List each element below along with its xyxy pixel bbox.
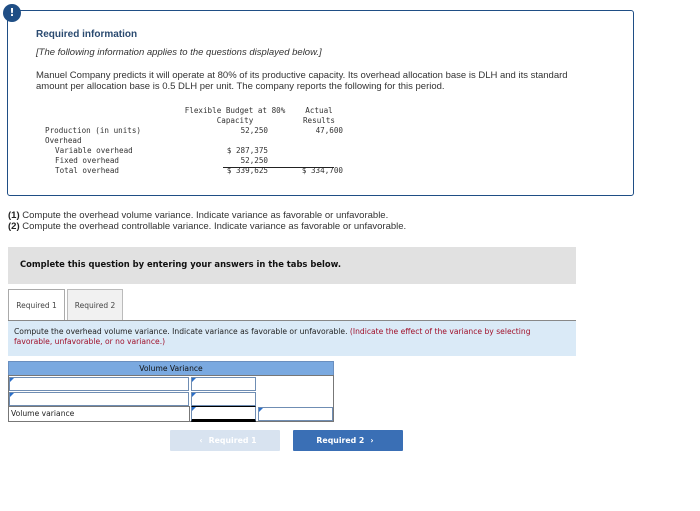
prev-label: Required 1	[208, 436, 257, 445]
total-underline	[223, 167, 334, 168]
col-header-actual: Actual Results	[301, 106, 337, 126]
next-required-2-button[interactable]: Required 2 ›	[293, 430, 403, 451]
question-1: (1) Compute the overhead volume variance…	[8, 210, 406, 221]
question-number: (1)	[8, 210, 20, 221]
instruction-main: Compute the overhead volume variance. In…	[14, 327, 350, 336]
row2-label-dropdown[interactable]	[9, 392, 189, 406]
alert-icon: !	[3, 4, 21, 22]
tab-required-1[interactable]: Required 1	[8, 289, 65, 321]
row1-amount-input[interactable]	[191, 377, 256, 391]
tab-required-2[interactable]: Required 2	[67, 289, 123, 320]
row-label: Fixed overhead	[55, 156, 120, 165]
banner-text: Complete this question by entering your …	[20, 259, 342, 269]
row-label: Overhead	[45, 136, 82, 145]
budget-value: $ 287,375	[226, 146, 268, 155]
prev-required-1-button[interactable]: ‹ Required 1	[170, 430, 280, 451]
actual-value: 47,600	[315, 126, 343, 135]
volume-variance-effect-dropdown[interactable]	[258, 407, 333, 421]
volume-variance-amount-input[interactable]	[191, 406, 256, 422]
col-header-line2: Results	[302, 116, 335, 125]
col-header-line2: Capacity	[216, 116, 254, 125]
col-header-line1: Actual	[305, 106, 333, 115]
chevron-left-icon: ‹	[199, 436, 203, 445]
volume-variance-label: Volume variance	[11, 409, 75, 418]
question-2: (2) Compute the overhead controllable va…	[8, 221, 406, 232]
row2-amount-input[interactable]	[191, 392, 256, 406]
question-text: Compute the overhead volume variance. In…	[19, 210, 389, 221]
tab-instruction: Compute the overhead volume variance. In…	[8, 320, 576, 356]
info-intro: [The following information applies to th…	[36, 47, 322, 58]
budget-value: 52,250	[240, 126, 268, 135]
col-header-flexible-budget: Flexible Budget at 80% Capacity	[181, 106, 289, 126]
row1-label-dropdown[interactable]	[9, 377, 189, 391]
chevron-right-icon: ›	[370, 436, 374, 445]
instruction-text: Compute the overhead volume variance. In…	[14, 327, 570, 347]
instruction-banner: Complete this question by entering your …	[8, 247, 576, 284]
question-number: (2)	[8, 221, 20, 232]
info-title: Required information	[36, 29, 138, 40]
budget-value: 52,250	[240, 156, 268, 165]
info-paragraph: Manuel Company predicts it will operate …	[36, 70, 568, 92]
row-label: Total overhead	[55, 166, 120, 175]
row-label: Production (in units)	[45, 126, 142, 135]
next-label: Required 2	[316, 436, 365, 445]
table-header: Volume Variance	[8, 361, 334, 376]
col-header-line1: Flexible Budget at 80%	[184, 106, 286, 115]
questions: (1) Compute the overhead volume variance…	[8, 210, 406, 232]
row-label: Variable overhead	[55, 146, 133, 155]
volume-variance-table: Volume Variance Volume variance	[8, 361, 334, 422]
question-text: Compute the overhead controllable varian…	[19, 221, 407, 232]
